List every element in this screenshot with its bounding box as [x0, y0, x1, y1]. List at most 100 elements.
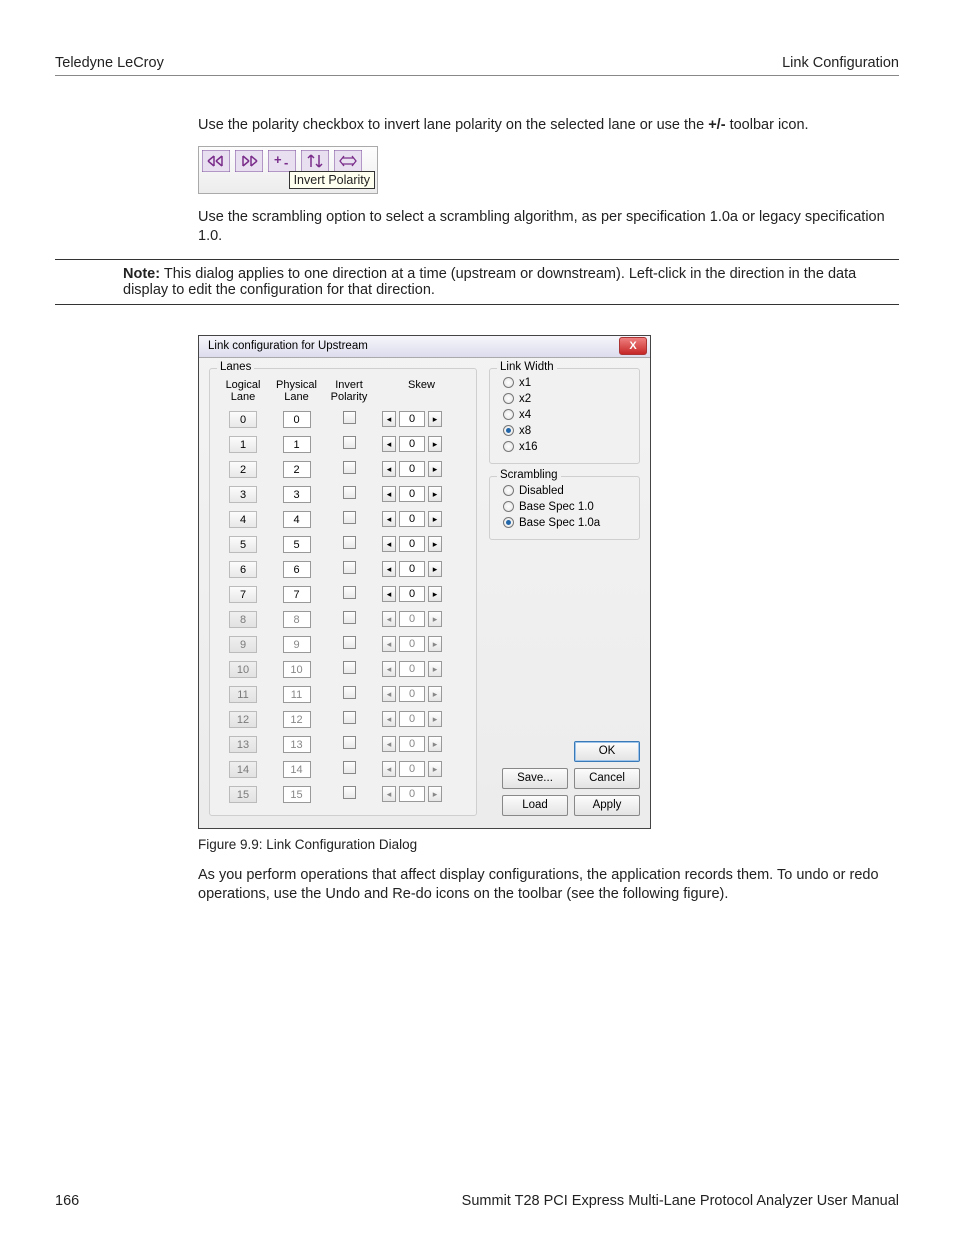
- skew-value-field[interactable]: 0: [399, 486, 425, 502]
- scrambling-option[interactable]: Disabled: [497, 483, 632, 499]
- physical-lane-field[interactable]: 4: [283, 511, 311, 528]
- physical-lane-field[interactable]: 2: [283, 461, 311, 478]
- skew-value-field[interactable]: 0: [399, 736, 425, 752]
- invert-polarity-checkbox[interactable]: [343, 611, 356, 624]
- skew-increment-button[interactable]: ▸: [428, 636, 442, 652]
- physical-lane-field[interactable]: 12: [283, 711, 311, 728]
- skew-value-field[interactable]: 0: [399, 661, 425, 677]
- logical-lane-button[interactable]: 2: [229, 461, 257, 478]
- skew-decrement-button[interactable]: ◂: [382, 436, 396, 452]
- physical-lane-field[interactable]: 11: [283, 686, 311, 703]
- logical-lane-button[interactable]: 11: [229, 686, 257, 703]
- logical-lane-button[interactable]: 5: [229, 536, 257, 553]
- invert-polarity-checkbox[interactable]: [343, 486, 356, 499]
- skew-value-field[interactable]: 0: [399, 636, 425, 652]
- logical-lane-button[interactable]: 0: [229, 411, 257, 428]
- scrambling-option[interactable]: Base Spec 1.0: [497, 499, 632, 515]
- skew-value-field[interactable]: 0: [399, 461, 425, 477]
- skew-decrement-button[interactable]: ◂: [382, 736, 396, 752]
- skew-value-field[interactable]: 0: [399, 536, 425, 552]
- skew-increment-button[interactable]: ▸: [428, 536, 442, 552]
- logical-lane-button[interactable]: 3: [229, 486, 257, 503]
- logical-lane-button[interactable]: 15: [229, 786, 257, 803]
- invert-polarity-checkbox[interactable]: [343, 586, 356, 599]
- invert-polarity-checkbox[interactable]: [343, 786, 356, 799]
- physical-lane-field[interactable]: 3: [283, 486, 311, 503]
- skew-decrement-button[interactable]: ◂: [382, 636, 396, 652]
- skew-decrement-button[interactable]: ◂: [382, 486, 396, 502]
- skew-increment-button[interactable]: ▸: [428, 586, 442, 602]
- invert-polarity-checkbox[interactable]: [343, 536, 356, 549]
- skew-increment-button[interactable]: ▸: [428, 661, 442, 677]
- invert-polarity-checkbox[interactable]: [343, 461, 356, 474]
- physical-lane-field[interactable]: 13: [283, 736, 311, 753]
- skew-value-field[interactable]: 0: [399, 436, 425, 452]
- physical-lane-field[interactable]: 9: [283, 636, 311, 653]
- skew-value-field[interactable]: 0: [399, 711, 425, 727]
- invert-polarity-checkbox[interactable]: [343, 511, 356, 524]
- skew-decrement-button[interactable]: ◂: [382, 461, 396, 477]
- skew-increment-button[interactable]: ▸: [428, 511, 442, 527]
- skew-value-field[interactable]: 0: [399, 761, 425, 777]
- physical-lane-field[interactable]: 14: [283, 761, 311, 778]
- physical-lane-field[interactable]: 5: [283, 536, 311, 553]
- logical-lane-button[interactable]: 4: [229, 511, 257, 528]
- close-button[interactable]: X: [619, 337, 647, 355]
- logical-lane-button[interactable]: 7: [229, 586, 257, 603]
- load-button[interactable]: Load: [502, 795, 568, 816]
- invert-polarity-checkbox[interactable]: [343, 761, 356, 774]
- skew-increment-button[interactable]: ▸: [428, 686, 442, 702]
- physical-lane-field[interactable]: 6: [283, 561, 311, 578]
- skew-increment-button[interactable]: ▸: [428, 786, 442, 802]
- skew-decrement-button[interactable]: ◂: [382, 711, 396, 727]
- physical-lane-field[interactable]: 0: [283, 411, 311, 428]
- skew-value-field[interactable]: 0: [399, 611, 425, 627]
- skew-decrement-button[interactable]: ◂: [382, 586, 396, 602]
- invert-polarity-checkbox[interactable]: [343, 661, 356, 674]
- skew-increment-button[interactable]: ▸: [428, 711, 442, 727]
- skew-decrement-button[interactable]: ◂: [382, 536, 396, 552]
- logical-lane-button[interactable]: 8: [229, 611, 257, 628]
- apply-button[interactable]: Apply: [574, 795, 640, 816]
- logical-lane-button[interactable]: 14: [229, 761, 257, 778]
- cancel-button[interactable]: Cancel: [574, 768, 640, 789]
- invert-polarity-checkbox[interactable]: [343, 736, 356, 749]
- skew-value-field[interactable]: 0: [399, 411, 425, 427]
- skew-increment-button[interactable]: ▸: [428, 486, 442, 502]
- skew-increment-button[interactable]: ▸: [428, 611, 442, 627]
- physical-lane-field[interactable]: 7: [283, 586, 311, 603]
- logical-lane-button[interactable]: 10: [229, 661, 257, 678]
- skew-decrement-button[interactable]: ◂: [382, 561, 396, 577]
- skew-increment-button[interactable]: ▸: [428, 561, 442, 577]
- skew-decrement-button[interactable]: ◂: [382, 511, 396, 527]
- link-width-option[interactable]: x4: [497, 407, 632, 423]
- skew-increment-button[interactable]: ▸: [428, 736, 442, 752]
- invert-polarity-checkbox[interactable]: [343, 636, 356, 649]
- logical-lane-button[interactable]: 12: [229, 711, 257, 728]
- invert-polarity-checkbox[interactable]: [343, 561, 356, 574]
- skew-decrement-button[interactable]: ◂: [382, 611, 396, 627]
- physical-lane-field[interactable]: 15: [283, 786, 311, 803]
- invert-polarity-checkbox[interactable]: [343, 686, 356, 699]
- scrambling-option[interactable]: Base Spec 1.0a: [497, 515, 632, 531]
- link-width-option[interactable]: x16: [497, 439, 632, 455]
- skew-value-field[interactable]: 0: [399, 686, 425, 702]
- skew-decrement-button[interactable]: ◂: [382, 661, 396, 677]
- physical-lane-field[interactable]: 8: [283, 611, 311, 628]
- link-width-option[interactable]: x2: [497, 391, 632, 407]
- link-width-option[interactable]: x1: [497, 375, 632, 391]
- ok-button[interactable]: OK: [574, 741, 640, 762]
- logical-lane-button[interactable]: 1: [229, 436, 257, 453]
- skew-value-field[interactable]: 0: [399, 786, 425, 802]
- skew-decrement-button[interactable]: ◂: [382, 686, 396, 702]
- skew-decrement-button[interactable]: ◂: [382, 786, 396, 802]
- invert-polarity-checkbox[interactable]: [343, 711, 356, 724]
- logical-lane-button[interactable]: 9: [229, 636, 257, 653]
- save-button[interactable]: Save...: [502, 768, 568, 789]
- physical-lane-field[interactable]: 10: [283, 661, 311, 678]
- skew-value-field[interactable]: 0: [399, 561, 425, 577]
- skew-increment-button[interactable]: ▸: [428, 461, 442, 477]
- skew-decrement-button[interactable]: ◂: [382, 411, 396, 427]
- skew-value-field[interactable]: 0: [399, 586, 425, 602]
- link-width-option[interactable]: x8: [497, 423, 632, 439]
